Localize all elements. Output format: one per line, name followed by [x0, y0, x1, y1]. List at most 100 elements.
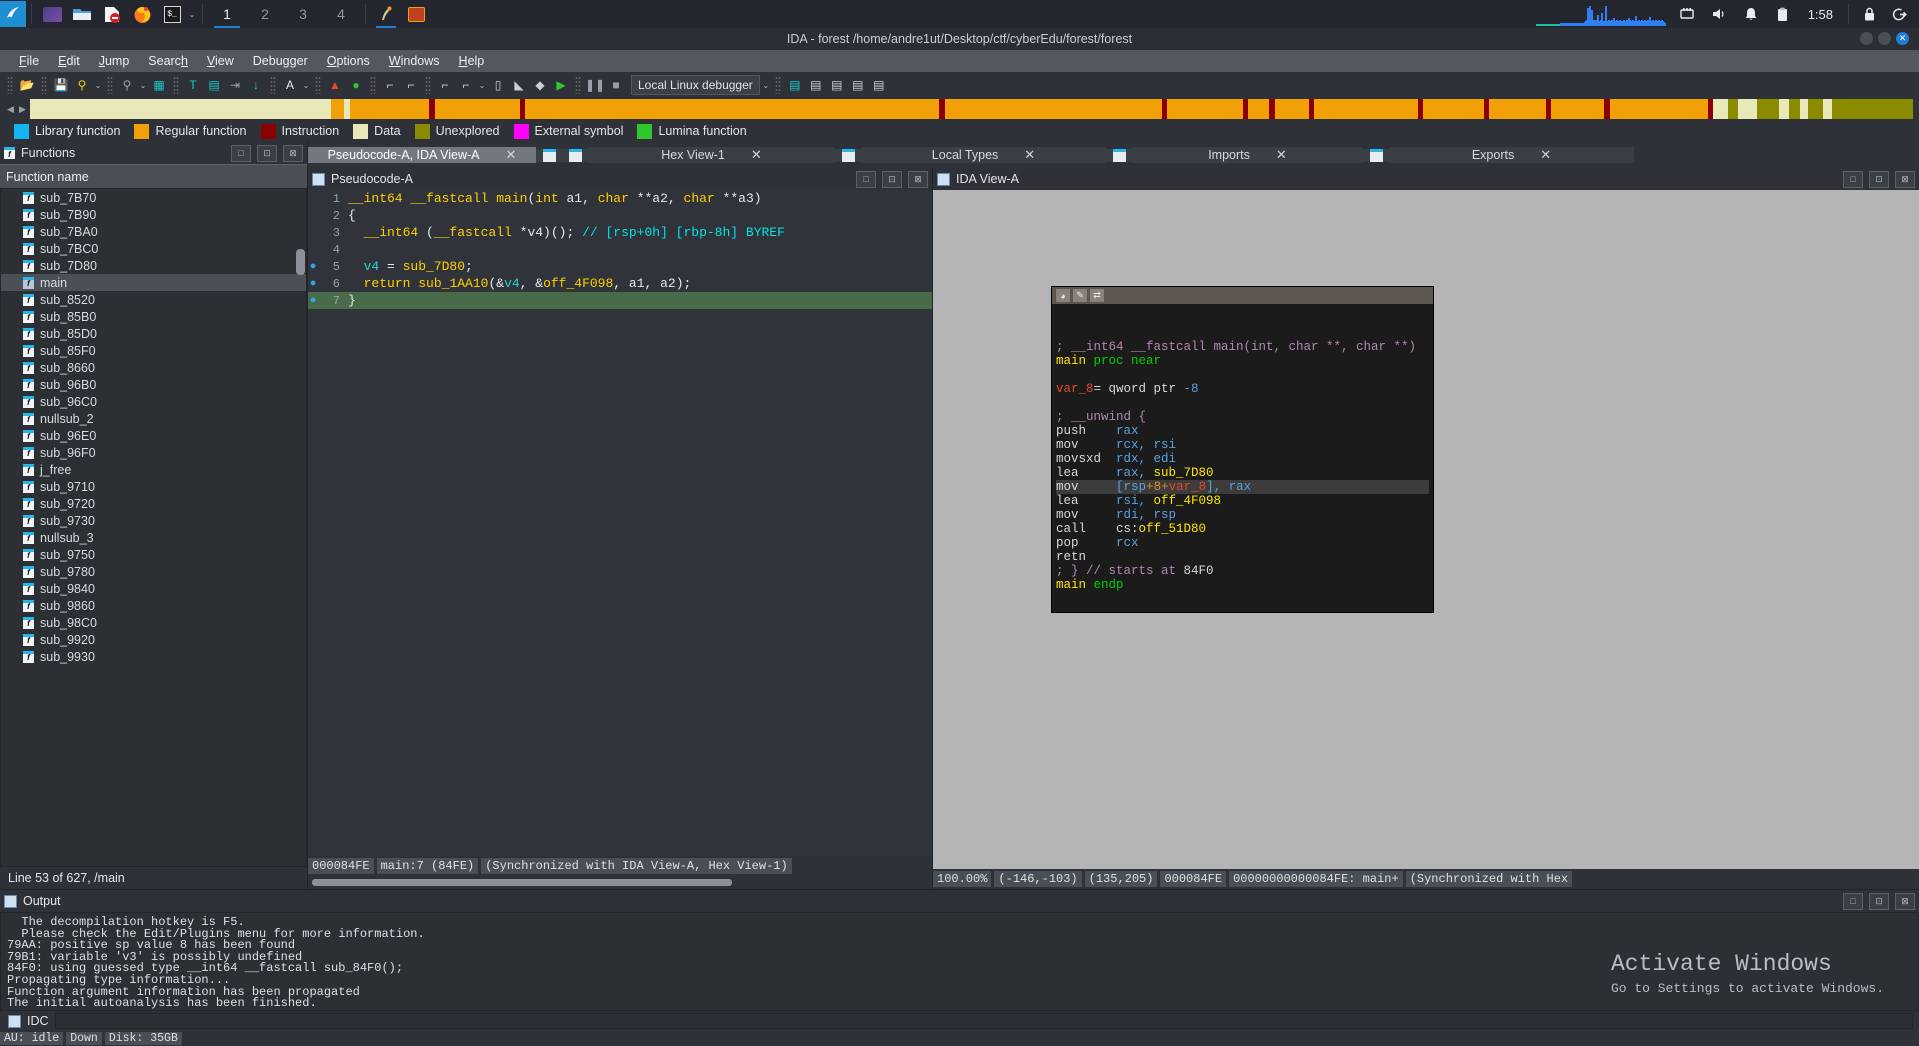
- list-item[interactable]: f sub_7BC0: [1, 240, 306, 257]
- output-log[interactable]: The decompilation hotkey is F5. Please c…: [0, 912, 1919, 1011]
- navigate-back-icon[interactable]: ⚲: [72, 75, 92, 95]
- volume-icon[interactable]: [1707, 3, 1731, 25]
- disasm-line[interactable]: ; __int64 __fastcall main(int, char **, …: [1056, 340, 1429, 354]
- font-caret[interactable]: ⌄: [301, 81, 311, 90]
- terminal-emulator-icon[interactable]: [40, 3, 64, 25]
- close-pane-button[interactable]: ⊠: [908, 170, 928, 188]
- step-into-icon[interactable]: ⌐: [380, 75, 400, 95]
- edit-function-icon[interactable]: ◣: [509, 75, 529, 95]
- nav-scroll-left-icon[interactable]: ◀: [6, 104, 15, 115]
- disasm-line[interactable]: mov rcx, rsi: [1056, 438, 1429, 452]
- tab-close-icon[interactable]: ✕: [506, 147, 517, 163]
- module-list-icon[interactable]: ▤: [806, 75, 826, 95]
- disasm-line[interactable]: lea rax, sub_7D80: [1056, 466, 1429, 480]
- navigate-forward-icon[interactable]: ⚲: [117, 75, 137, 95]
- code-line[interactable]: 2{: [308, 207, 932, 224]
- taskbar-clock[interactable]: 1:58: [1798, 7, 1843, 22]
- terminal-window-icon[interactable]: [404, 3, 428, 25]
- pseudocode-editor[interactable]: 1 __int64 __fastcall main(int a1, char **…: [308, 190, 932, 856]
- detach-panel-button[interactable]: ⊡: [257, 144, 277, 162]
- disasm-line[interactable]: ; __unwind {: [1056, 410, 1429, 424]
- pause-debugger-icon[interactable]: ❚❚: [585, 75, 605, 95]
- tab-close-icon[interactable]: ✕: [1540, 147, 1551, 163]
- code-line[interactable]: ● 5 v4 = sub_7D80;: [308, 258, 932, 275]
- list-item[interactable]: f sub_96E0: [1, 427, 306, 444]
- list-item[interactable]: f sub_9860: [1, 597, 306, 614]
- list-item[interactable]: f j_free: [1, 461, 306, 478]
- graph-canvas[interactable]: ◕ ✎ ⇄ ; __int64 __fastcall main(int, char …: [933, 190, 1919, 869]
- list-item[interactable]: f sub_7BA0: [1, 223, 306, 240]
- list-item[interactable]: f sub_9720: [1, 495, 306, 512]
- list-item[interactable]: f sub_85F0: [1, 342, 306, 359]
- breakpoint-dot-icon[interactable]: ●: [308, 278, 318, 290]
- node-color-icon[interactable]: ◕: [1056, 289, 1070, 302]
- list-item[interactable]: f sub_7B70: [1, 189, 306, 206]
- text-view-icon[interactable]: T: [183, 75, 203, 95]
- menu-debugger[interactable]: Debugger: [244, 52, 317, 70]
- code-line[interactable]: ● 6 return sub_1AA10 (& v4, & off_4F098, a1,…: [308, 275, 932, 292]
- run-debugger-icon[interactable]: ▶: [551, 75, 571, 95]
- pseudocode-hscrollbar-thumb[interactable]: [312, 879, 732, 886]
- detach-output-button[interactable]: ⊡: [1869, 892, 1889, 910]
- list-item[interactable]: f main: [1, 274, 306, 291]
- run-until-return-icon[interactable]: ⌐: [456, 75, 476, 95]
- maximize-output-button[interactable]: □: [1843, 892, 1863, 910]
- node-edit-icon[interactable]: ✎: [1073, 289, 1087, 302]
- disasm-line[interactable]: [1056, 368, 1429, 382]
- nav-scroll-right-icon[interactable]: ▶: [18, 104, 27, 115]
- menu-help[interactable]: Help: [450, 52, 494, 70]
- disasm-line[interactable]: call cs: off_51D80: [1056, 522, 1429, 536]
- list-item[interactable]: f sub_96B0: [1, 376, 306, 393]
- menu-edit[interactable]: Edit: [49, 52, 89, 70]
- step-out-icon[interactable]: ⌐: [435, 75, 455, 95]
- kali-dragon-icon[interactable]: [0, 1, 26, 27]
- navigate-back-icon-caret[interactable]: ⌄: [93, 81, 103, 90]
- list-item[interactable]: f sub_8660: [1, 359, 306, 376]
- maximize-pane-button[interactable]: □: [856, 170, 876, 188]
- tab-hex-view-1[interactable]: Hex View-1 ✕: [588, 147, 835, 163]
- tab-exports[interactable]: Exports ✕: [1389, 147, 1634, 163]
- ida-window-icon[interactable]: [374, 3, 398, 28]
- list-item[interactable]: f sub_9930: [1, 648, 306, 665]
- close-button[interactable]: ✕: [1896, 32, 1909, 45]
- disasm-line[interactable]: retn: [1056, 550, 1429, 564]
- disasm-line[interactable]: mov rdi, rsp: [1056, 508, 1429, 522]
- detach-pane-button[interactable]: ⊡: [1869, 170, 1889, 188]
- jump-down-icon[interactable]: ↓: [246, 75, 266, 95]
- list-item[interactable]: f sub_96C0: [1, 393, 306, 410]
- terminal-icon[interactable]: $_: [160, 3, 184, 25]
- stop-debugger-icon[interactable]: ■: [606, 75, 626, 95]
- stack-frame-icon[interactable]: ▯: [488, 75, 508, 95]
- xrefs-icon[interactable]: ◆: [530, 75, 550, 95]
- menu-jump[interactable]: Jump: [90, 52, 139, 70]
- disasm-line[interactable]: [1056, 312, 1429, 326]
- tab-close-icon[interactable]: ✕: [1276, 147, 1287, 163]
- debugger-selector-caret[interactable]: ⌄: [761, 81, 771, 90]
- functions-scrollbar-thumb[interactable]: [296, 249, 305, 275]
- breakpoint-icon[interactable]: ▲: [325, 75, 345, 95]
- disasm-line[interactable]: mov [rsp +8 + var_8], rax: [1056, 480, 1429, 494]
- list-item[interactable]: f sub_9750: [1, 546, 306, 563]
- options-icon[interactable]: ▤: [869, 75, 889, 95]
- code-line[interactable]: 3 __int64 (__fastcall *v4)(); // [rsp+0h…: [308, 224, 932, 241]
- tab-close-icon[interactable]: ✕: [751, 147, 762, 163]
- close-panel-button[interactable]: ⊠: [283, 144, 303, 162]
- disasm-line[interactable]: var_8 = qword ptr -8: [1056, 382, 1429, 396]
- list-item[interactable]: f sub_85D0: [1, 325, 306, 342]
- save-file-icon[interactable]: 💾: [51, 75, 71, 95]
- graph-node-disassembly[interactable]: ; __int64 __fastcall main(int, char **, …: [1052, 304, 1433, 612]
- menu-view[interactable]: View: [198, 52, 243, 70]
- text-editor-icon[interactable]: [100, 3, 124, 25]
- file-manager-icon[interactable]: [70, 3, 94, 25]
- segments-icon[interactable]: ▤: [848, 75, 868, 95]
- disasm-line[interactable]: pop rcx: [1056, 536, 1429, 550]
- run-to-icon[interactable]: ●: [346, 75, 366, 95]
- workspace-2[interactable]: 2: [246, 0, 284, 28]
- menu-file[interactable]: File: [10, 52, 48, 70]
- tab-imports[interactable]: Imports ✕: [1132, 147, 1363, 163]
- functions-column-header[interactable]: Function name: [0, 164, 307, 188]
- watch-view-icon[interactable]: ▤: [785, 75, 805, 95]
- disasm-line[interactable]: movsxd rdx, edi: [1056, 452, 1429, 466]
- disasm-line[interactable]: main proc near: [1056, 354, 1429, 368]
- disasm-line[interactable]: lea rsi, off_4F098: [1056, 494, 1429, 508]
